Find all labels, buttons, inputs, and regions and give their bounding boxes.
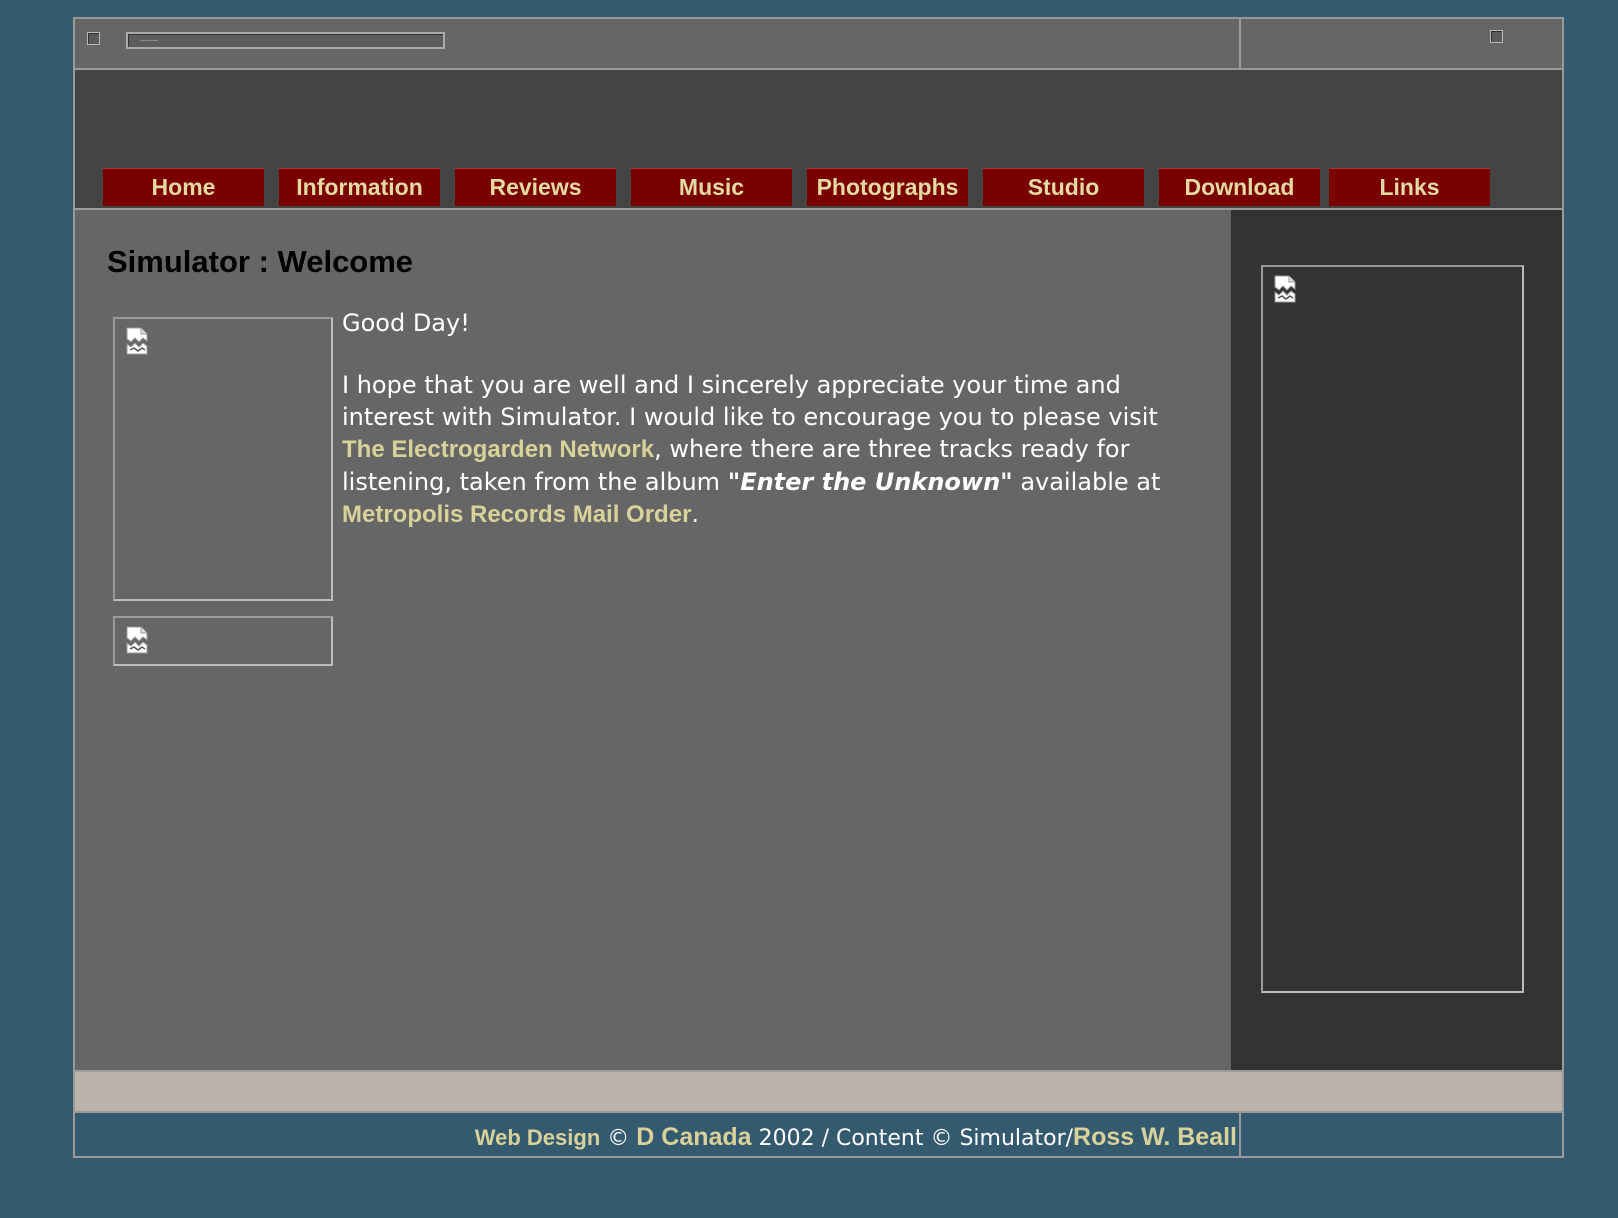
nav-music[interactable]: Music [631,168,792,206]
intro-text-1: I hope that you are well and I sincerely… [342,371,1158,431]
nav-download[interactable]: Download [1159,168,1320,206]
sidebar [1231,210,1562,1070]
footer-strip [75,1070,1562,1113]
main-content: Simulator : Welcome Good Day! I hope tha… [75,210,1231,1070]
left-checkbox[interactable] [87,32,100,45]
page-title: Simulator : Welcome [107,244,414,279]
footer-credits: Web Design © D Canada 2002 / Content © S… [475,1123,1237,1152]
image-placeholder-small [113,616,333,666]
top-slider[interactable] [126,32,445,49]
intro-text-end: . [691,500,700,528]
album-title: "Enter the Unknown" [727,468,1013,496]
sidebar-image-placeholder [1261,265,1524,993]
designer-link[interactable]: D Canada [636,1123,751,1151]
broken-image-icon [126,327,148,355]
intro-paragraph: I hope that you are well and I sincerely… [342,369,1202,531]
nav-links[interactable]: Links [1329,168,1490,206]
right-checkbox[interactable] [1490,30,1503,43]
nav-reviews[interactable]: Reviews [455,168,616,206]
footer-copy-2: 2002 / Content © Simulator/ [751,1126,1074,1151]
footer: Web Design © D Canada 2002 / Content © S… [75,1113,1562,1156]
nav-studio[interactable]: Studio [983,168,1144,206]
nav-information[interactable]: Information [279,168,440,206]
top-bar [75,19,1562,70]
nav-home[interactable]: Home [103,168,264,206]
nav-photographs[interactable]: Photographs [807,168,968,206]
electrogarden-link[interactable]: The Electrogarden Network [342,436,654,463]
top-bar-divider [1239,19,1241,70]
broken-image-icon [126,626,148,654]
metropolis-link[interactable]: Metropolis Records Mail Order [342,501,691,528]
slider-thumb[interactable] [140,40,158,41]
web-design-link[interactable]: Web Design [475,1125,601,1150]
broken-image-icon [1274,275,1296,303]
footer-divider [1239,1113,1241,1156]
intro-text-3: available at [1012,468,1161,496]
footer-copy-1: © [600,1126,637,1151]
image-placeholder-photo [113,317,333,601]
author-link[interactable]: Ross W. Beall [1073,1123,1237,1151]
header-banner: Home Information Reviews Music Photograp… [75,70,1562,210]
page-frame: Home Information Reviews Music Photograp… [73,17,1564,1158]
welcome-text: Good Day! I hope that you are well and I… [342,307,1202,561]
greeting: Good Day! [342,309,470,337]
